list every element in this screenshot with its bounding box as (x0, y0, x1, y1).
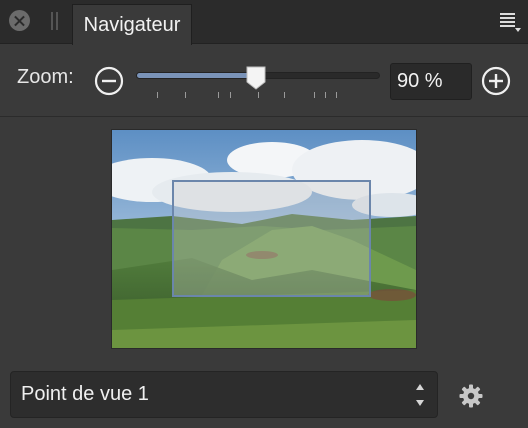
slider-tick (157, 92, 158, 98)
panel-header: Navigateur (0, 0, 528, 45)
zoom-in-plus-circle-icon[interactable] (481, 66, 511, 96)
zoom-slider[interactable] (136, 62, 380, 102)
slider-tick (325, 92, 326, 98)
view-point-select[interactable]: Point de vue 1 (10, 371, 438, 418)
zoom-value-field[interactable]: 90 % (390, 63, 472, 100)
zoom-slider-thumb[interactable] (245, 65, 267, 91)
zoom-slider-fill (137, 73, 259, 78)
tab-navigateur[interactable]: Navigateur (72, 4, 192, 45)
close-icon[interactable] (9, 10, 30, 31)
zoom-label: Zoom: (17, 66, 74, 88)
slider-tick (336, 92, 337, 98)
slider-tick (218, 92, 219, 98)
view-point-select-value: Point de vue 1 (21, 383, 149, 405)
divider (0, 116, 528, 117)
zoom-out-minus-circle-icon[interactable] (94, 66, 124, 96)
slider-tick (185, 92, 186, 98)
tab-label: Navigateur (83, 13, 181, 36)
up-down-arrows-icon (416, 384, 425, 406)
slider-tick (314, 92, 315, 98)
slider-tick (284, 92, 285, 98)
viewport-rectangle[interactable] (172, 180, 371, 297)
gear-icon[interactable] (459, 384, 483, 408)
drag-grip-icon[interactable] (51, 12, 58, 30)
slider-tick (230, 92, 231, 98)
hamburger-menu-icon[interactable] (500, 13, 522, 33)
slider-tick (258, 92, 259, 98)
